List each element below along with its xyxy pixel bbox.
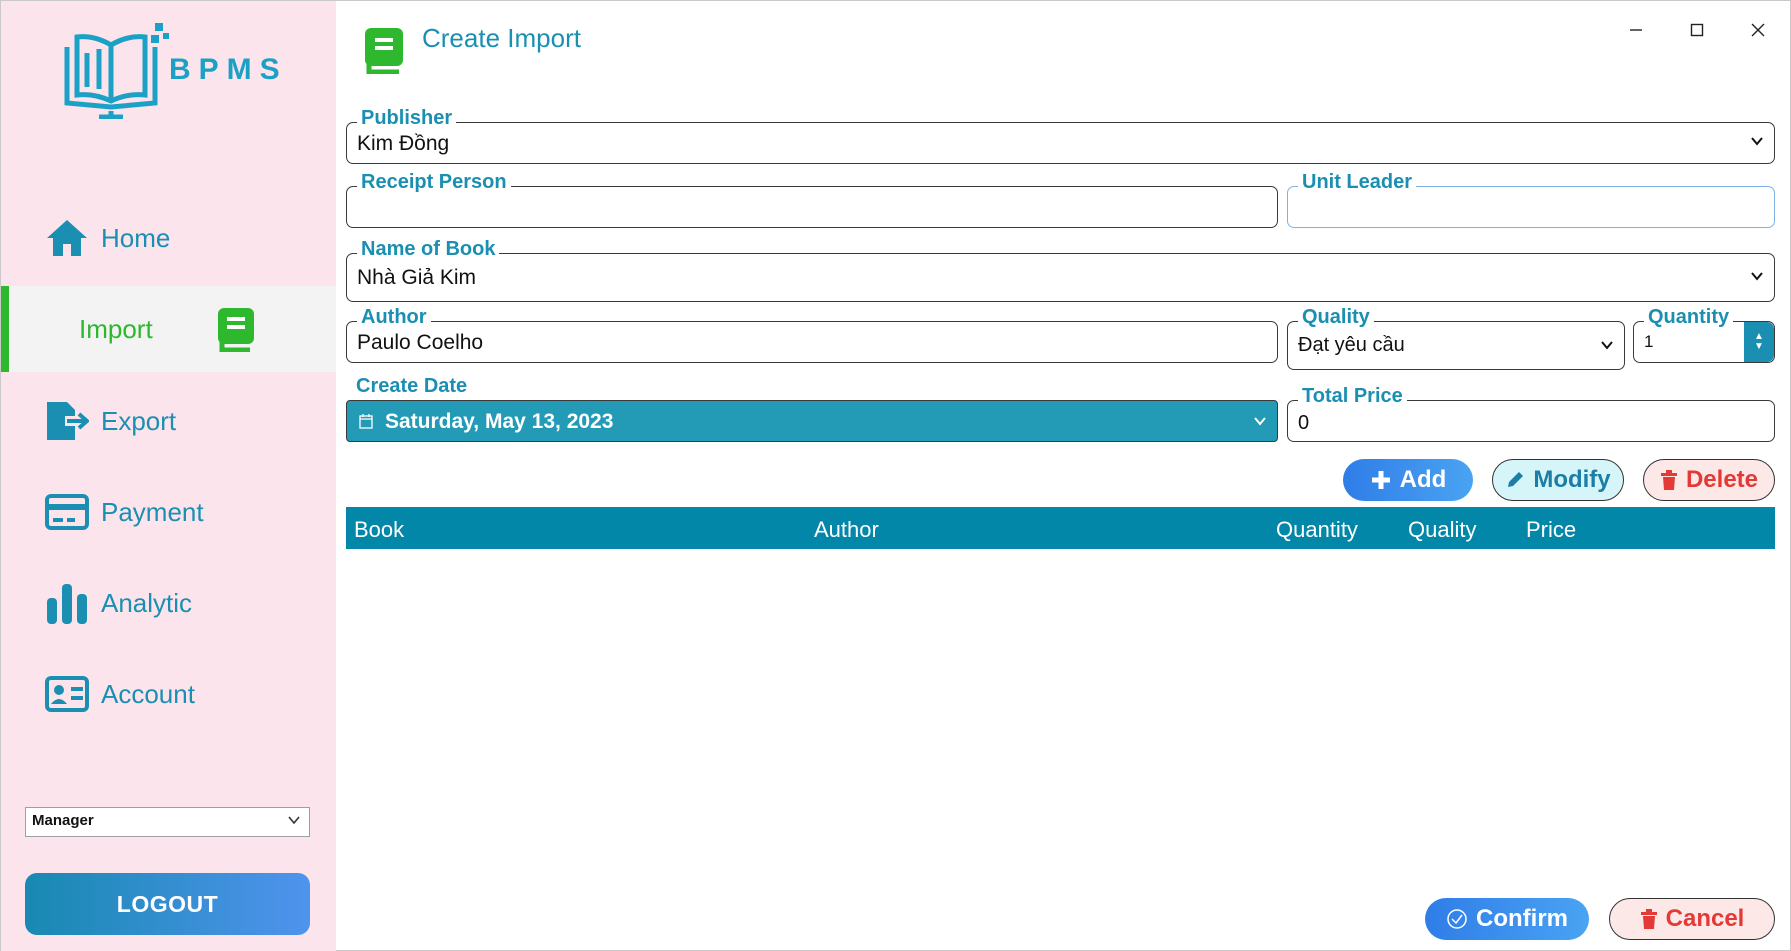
app-window: BPMS Home Import Export Payment Analytic… <box>0 0 1791 951</box>
quantity-stepper[interactable]: Quantity 1 ▲ ▼ <box>1633 306 1775 363</box>
column-header-quantity[interactable]: Quantity <box>1276 517 1358 543</box>
role-select[interactable]: Manager <box>25 807 310 837</box>
book-logo-icon <box>64 23 169 120</box>
modify-button[interactable]: Modify <box>1492 459 1624 501</box>
close-icon <box>1751 23 1765 37</box>
sidebar-item-home[interactable]: Home <box>1 195 336 281</box>
pencil-icon <box>1508 472 1524 487</box>
calendar-icon <box>359 413 373 434</box>
total-price-label: Total Price <box>1298 385 1407 407</box>
sidebar-item-label: Import <box>79 313 153 344</box>
modify-button-label: Modify <box>1533 466 1611 493</box>
book-name-label: Name of Book <box>357 238 500 260</box>
column-header-author[interactable]: Author <box>814 517 879 543</box>
sidebar-item-label: Account <box>101 678 195 709</box>
chevron-down-icon <box>1600 338 1614 357</box>
author-field[interactable]: Author Paulo Coelho <box>346 306 1278 363</box>
confirm-button[interactable]: Confirm <box>1425 898 1589 940</box>
publisher-label: Publisher <box>357 107 457 129</box>
sidebar: BPMS Home Import Export Payment Analytic… <box>1 1 336 951</box>
quality-label: Quality <box>1298 306 1374 328</box>
unit-leader-field[interactable]: Unit Leader <box>1287 171 1775 228</box>
spinner-arrows-icon[interactable]: ▲ ▼ <box>1744 322 1774 362</box>
sidebar-item-label: Export <box>101 405 177 436</box>
sidebar-item-account[interactable]: Account <box>1 651 336 737</box>
sidebar-item-analytic[interactable]: Analytic <box>1 560 336 646</box>
maximize-button[interactable] <box>1680 15 1714 45</box>
sidebar-item-import[interactable]: Import <box>1 286 336 372</box>
total-price-value: 0 <box>1298 412 1310 434</box>
app-logo: BPMS <box>59 23 289 120</box>
maximize-icon <box>1690 23 1704 37</box>
column-header-quality[interactable]: Quality <box>1408 517 1476 543</box>
total-price-field[interactable]: Total Price 0 <box>1287 385 1775 442</box>
chevron-down-icon <box>1750 269 1764 288</box>
chevron-down-icon <box>1750 134 1764 153</box>
chevron-down-icon <box>1253 414 1267 433</box>
trash-icon <box>1660 470 1677 490</box>
minimize-icon <box>1630 29 1642 31</box>
bar-chart-icon <box>45 581 89 625</box>
page-title: Create Import <box>422 23 581 53</box>
quality-value: Đạt yêu cầu <box>1298 334 1405 356</box>
column-header-price[interactable]: Price <box>1526 517 1576 543</box>
cancel-button-label: Cancel <box>1665 905 1745 932</box>
sidebar-item-payment[interactable]: Payment <box>1 469 336 555</box>
book-name-value: Nhà Giả Kim <box>357 266 477 289</box>
confirm-button-label: Confirm <box>1476 905 1568 932</box>
book-icon <box>214 307 258 352</box>
sidebar-item-label: Payment <box>101 496 204 527</box>
export-icon <box>45 399 89 443</box>
import-table-header: Book Author Quantity Quality Price <box>346 507 1775 549</box>
id-card-icon <box>45 672 89 716</box>
book-icon <box>363 26 405 79</box>
publisher-value: Kim Đồng <box>357 132 450 155</box>
delete-button[interactable]: Delete <box>1643 459 1775 501</box>
book-name-select[interactable]: Name of Book Nhà Giả Kim <box>346 238 1775 302</box>
minimize-button[interactable] <box>1619 15 1653 45</box>
logo-text: BPMS <box>169 53 288 86</box>
add-button[interactable]: Add <box>1343 459 1473 501</box>
create-date-label: Create Date <box>356 375 468 397</box>
add-button-label: Add <box>1399 466 1447 493</box>
publisher-select[interactable]: Publisher Kim Đồng <box>346 107 1775 164</box>
role-value: Manager <box>32 812 94 829</box>
receipt-person-label: Receipt Person <box>357 171 511 193</box>
trash-icon <box>1640 909 1657 929</box>
plus-icon <box>1371 471 1390 489</box>
sidebar-item-export[interactable]: Export <box>1 378 336 464</box>
check-circle-icon <box>1447 909 1467 929</box>
create-date-picker[interactable]: Saturday, May 13, 2023 <box>346 400 1278 442</box>
quantity-value: 1 <box>1644 332 1654 351</box>
quality-select[interactable]: Quality Đạt yêu cầu <box>1287 306 1625 370</box>
receipt-person-field[interactable]: Receipt Person <box>346 171 1278 228</box>
delete-button-label: Delete <box>1685 466 1759 493</box>
chevron-down-icon <box>287 813 301 831</box>
author-label: Author <box>357 306 431 328</box>
sidebar-item-label: Analytic <box>101 587 193 618</box>
home-icon <box>45 216 89 260</box>
unit-leader-label: Unit Leader <box>1298 171 1417 193</box>
column-header-book[interactable]: Book <box>354 517 404 543</box>
author-value: Paulo Coelho <box>357 331 484 354</box>
quantity-label: Quantity <box>1644 306 1734 328</box>
sidebar-item-label: Home <box>101 222 171 253</box>
close-button[interactable] <box>1741 15 1775 45</box>
create-date-value: Saturday, May 13, 2023 <box>385 410 614 433</box>
logout-button[interactable]: LOGOUT <box>25 873 310 935</box>
card-icon <box>45 490 89 534</box>
cancel-button[interactable]: Cancel <box>1609 898 1775 940</box>
